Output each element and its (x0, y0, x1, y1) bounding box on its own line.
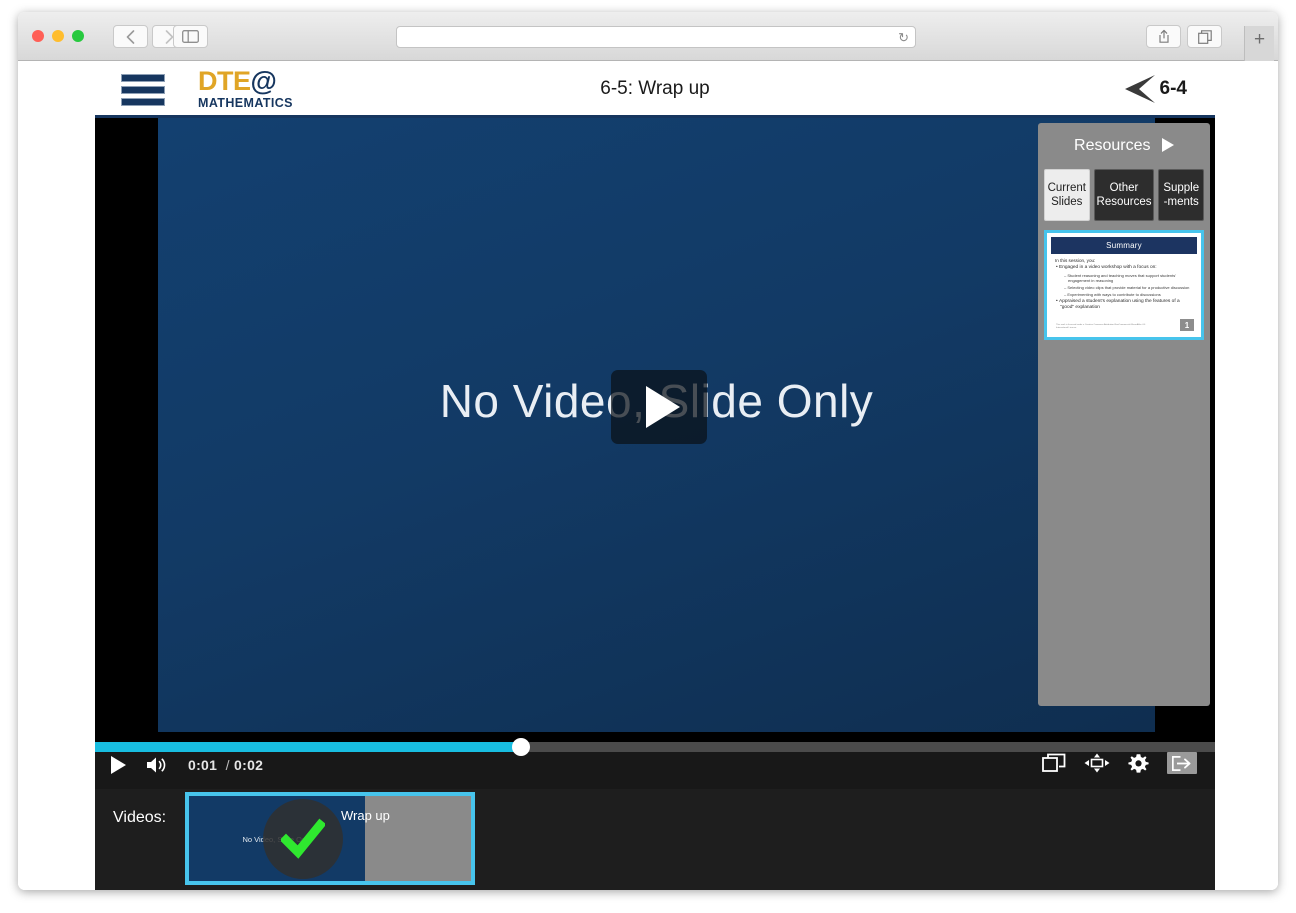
address-bar[interactable]: ↻ (396, 26, 916, 48)
play-icon (645, 386, 680, 428)
resources-panel-title: Resources (1038, 123, 1210, 155)
back-button[interactable] (113, 25, 148, 48)
progress-bar-fill (95, 742, 521, 752)
slide-subbullet-1: – Student reasoning and teaching moves t… (1064, 272, 1176, 283)
reload-icon[interactable]: ↻ (898, 30, 909, 45)
page-left-margin (18, 61, 95, 890)
progress-bar-track[interactable] (95, 738, 1215, 756)
player-controls-right (1042, 752, 1197, 774)
resize-video-button[interactable] (1084, 753, 1110, 773)
dte-app: DTE@ MATHEMATICS 6-5: Wrap up 6-4 No Vid… (95, 61, 1215, 890)
page-right-margin (1215, 61, 1278, 890)
browser-window: ↻ + DTE@ MATHEMATICS 6-5: Wrap up 6-4 No… (18, 12, 1278, 890)
tab-supplements-line1: Supple (1163, 182, 1200, 194)
tab-current-slides[interactable]: Current Slides (1044, 169, 1090, 221)
share-icon (1158, 29, 1169, 43)
gear-icon (1128, 753, 1149, 773)
progress-bar-handle[interactable] (511, 738, 530, 756)
new-tab-label: + (1253, 29, 1266, 50)
chevron-left-icon (126, 29, 135, 44)
resources-tab-bar: Current Slides Other Resources Supple -m… (1038, 155, 1210, 221)
tab-other-resources-line2: Resources (1096, 196, 1152, 208)
videos-label: Videos: (113, 809, 167, 826)
app-header: DTE@ MATHEMATICS 6-5: Wrap up 6-4 (95, 61, 1215, 118)
duration: 0:02 (234, 757, 264, 773)
maximize-window-button[interactable] (72, 30, 84, 42)
tab-supplements[interactable]: Supple -ments (1158, 169, 1204, 221)
big-play-button[interactable] (611, 370, 707, 444)
slide-bullet-1: • Engaged in a video workshop with a foc… (1056, 265, 1157, 270)
chevron-left-icon (1124, 75, 1155, 103)
previous-section-label: 6-4 (1159, 78, 1187, 99)
player-controls: 0:01 / 0:02 (95, 738, 1215, 789)
page-title: 6-5: Wrap up (600, 78, 710, 99)
exit-fullscreen-button[interactable] (1167, 752, 1197, 774)
slide-lead-text: In this session, you: (1055, 258, 1096, 263)
tab-supplements-line2: -ments (1163, 196, 1199, 208)
time-display: 0:01 / 0:02 (188, 757, 263, 773)
page-content: DTE@ MATHEMATICS 6-5: Wrap up 6-4 No Vid… (18, 61, 1278, 890)
picture-in-picture-icon (1042, 753, 1066, 772)
sidebar-toggle-button[interactable] (173, 25, 208, 48)
slide-thumbnail-content: Summary In this session, you: • Engaged … (1051, 237, 1197, 333)
close-window-button[interactable] (32, 30, 44, 42)
time-separator: / (225, 757, 230, 773)
slide-page-number: 1 (1180, 319, 1194, 331)
show-tabs-button[interactable] (1187, 25, 1222, 48)
picture-in-picture-button[interactable] (1042, 753, 1066, 773)
video-completed-badge (263, 799, 343, 879)
volume-icon[interactable] (146, 756, 168, 774)
video-stage: No Video, Slide Only Resources Current S… (95, 118, 1215, 742)
settings-button[interactable] (1128, 753, 1149, 774)
video-thumbnail-item[interactable]: No Video, Slide Only Wrap up (185, 792, 475, 885)
tab-current-slides-line1: Current (1047, 182, 1086, 194)
new-tab-button[interactable]: + (1244, 26, 1274, 61)
video-thumbnail-title: Wrap up (341, 808, 390, 823)
browser-actions (1146, 25, 1222, 48)
slide-body: In this session, you: • Engaged in a vid… (1051, 254, 1197, 311)
slide-bullet-2: • Appraised a student's explanation usin… (1056, 298, 1180, 310)
browser-titlebar: ↻ + (18, 12, 1278, 61)
play-button[interactable] (111, 756, 126, 774)
show-tabs-icon (1197, 29, 1212, 44)
resources-title-text: Resources (1074, 137, 1151, 154)
window-controls (32, 30, 84, 42)
move-resize-icon (1084, 753, 1110, 773)
slide-heading: Summary (1051, 237, 1197, 254)
previous-section-nav[interactable]: 6-4 (1119, 72, 1187, 106)
check-icon (281, 818, 325, 859)
current-time: 0:01 (188, 757, 218, 773)
tab-current-slides-line2: Slides (1051, 196, 1083, 208)
play-triangle-icon[interactable] (1161, 138, 1174, 152)
player-controls-left: 0:01 / 0:02 (111, 756, 263, 774)
slide-footnote: This work is licensed under a Creative C… (1056, 324, 1146, 329)
slide-subbullet-3: – Experimenting with ways to contribute … (1064, 291, 1161, 297)
tab-other-resources[interactable]: Other Resources (1093, 169, 1155, 221)
sidebar-toggle-icon (182, 30, 199, 43)
share-button[interactable] (1146, 25, 1181, 48)
resources-panel: Resources Current Slides Other Resources… (1038, 123, 1210, 706)
tab-other-resources-line1: Other (1109, 182, 1139, 194)
exit-arrow-icon (1172, 755, 1191, 771)
current-slide-thumbnail[interactable]: Summary In this session, you: • Engaged … (1044, 230, 1204, 340)
videos-strip: Videos: No Video, Slide Only Wrap up (95, 789, 1215, 890)
minimize-window-button[interactable] (52, 30, 64, 42)
slide-subbullet-2: – Selecting video clips that provide mat… (1064, 284, 1190, 290)
